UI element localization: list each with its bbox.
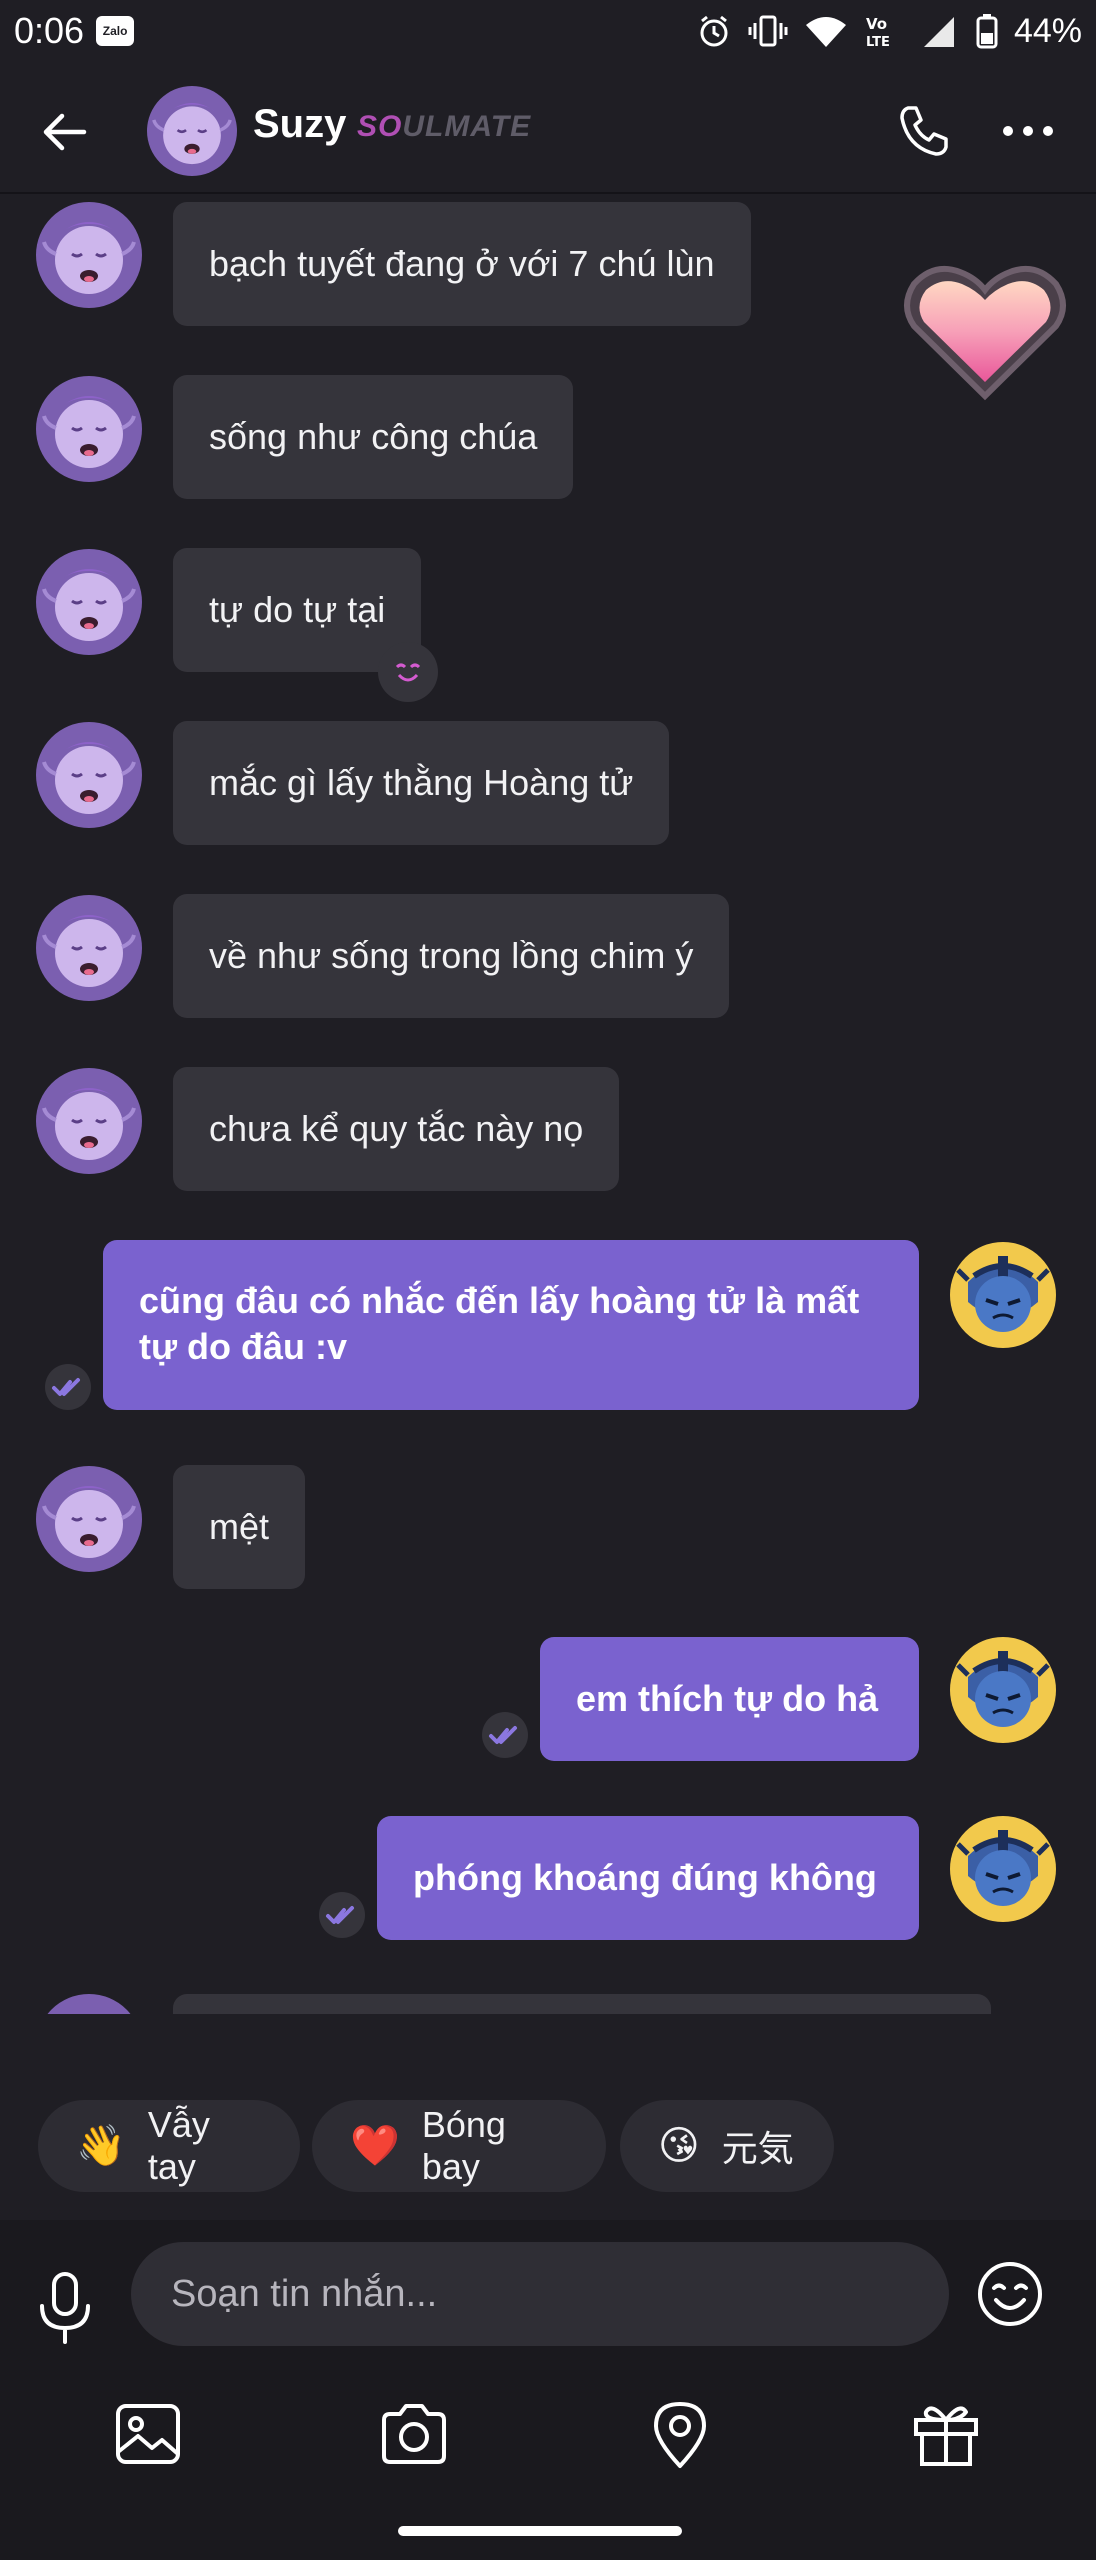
message-input[interactable] [131,2242,949,2346]
contact-avatar[interactable] [36,1068,142,1174]
message-bubble-incoming[interactable]: mắc gì lấy thằng Hoàng tử [173,721,670,845]
message-text: mệt [209,1506,270,1547]
quick-reply-genki[interactable]: 😘 元気 [620,2100,834,2192]
chat-header: Suzy SOULMATE [0,66,1096,194]
gift-icon[interactable] [908,2396,984,2472]
status-time: 0:06 [14,10,85,51]
user-avatar[interactable] [950,1242,1056,1348]
quick-reply-balloon[interactable]: ❤️ Bóng bay [312,2100,606,2192]
read-receipt [45,1364,91,1410]
message-bubble-incoming[interactable]: bạch tuyết đang ở với 7 chú lùn [173,202,751,326]
message-bubble-incoming[interactable]: sống như công chúa [173,375,574,499]
message-text: em thích tự do hả [576,1678,879,1719]
quick-reply-wave[interactable]: 👋 Vẫy tay [38,2100,300,2192]
soulmate-badge: SOULMATE [357,110,532,143]
message-reaction[interactable] [378,642,438,702]
double-check-icon [45,1364,91,1410]
contact-avatar[interactable] [36,722,142,828]
contact-avatar[interactable] [36,895,142,1001]
vibrate-icon [748,15,788,47]
smile-reaction-icon [395,663,421,682]
back-arrow-icon[interactable] [36,102,96,162]
heart-icon: ❤️ [350,2124,400,2168]
message-text: chưa kể quy tắc này nọ [209,1108,584,1149]
contact-avatar[interactable] [36,202,142,308]
microphone-icon[interactable] [30,2268,100,2348]
image-gallery-icon[interactable] [110,2396,186,2472]
contact-avatar[interactable] [36,1466,142,1572]
message-text: bạch tuyết đang ở với 7 chú lùn [209,243,715,284]
chip-label: Vẫy tay [147,2104,210,2187]
message-bubble-outgoing[interactable]: cũng đâu có nhắc đến lấy hoàng tử là mất… [103,1240,919,1410]
read-receipt [319,1892,365,1938]
kiss-emoji-icon: 😘 [658,2124,700,2168]
message-bubble-outgoing[interactable]: phóng khoáng đúng không [377,1816,919,1940]
wifi-icon [805,17,846,47]
contact-avatar[interactable] [36,376,142,482]
more-options-icon[interactable] [998,106,1058,156]
home-indicator[interactable] [398,2526,682,2536]
quick-reply-bar: 👋 Vẫy tay ❤️ Bóng bay 😘 元気 [0,2100,1096,2196]
user-avatar[interactable] [950,1637,1056,1743]
battery-percent: 44% [1013,11,1082,50]
soulmate-heart-icon[interactable] [900,256,1070,406]
chat-thread[interactable]: bạch tuyết đang ở với 7 chú lùn sống như… [0,196,1096,2014]
battery-icon [976,14,998,49]
message-text: sống như công chúa [209,416,538,457]
zalo-notification-icon: Zalo [96,16,135,46]
composer [0,2220,1096,2560]
message-text: tự do tự tại [209,589,386,630]
contact-avatar[interactable] [36,549,142,655]
message-bubble-incoming[interactable]: về như sống trong lồng chim ý [173,894,730,1018]
wave-icon: 👋 [76,2124,126,2168]
contact-name[interactable]: Suzy [253,102,346,147]
message-bubble-incoming[interactable]: chưa kể quy tắc này nọ [173,1067,620,1191]
phone-icon[interactable] [894,100,954,160]
alarm-icon [700,15,728,47]
message-text: phóng khoáng đúng không [413,1857,877,1898]
contact-avatar[interactable] [147,86,237,176]
message-bubble-outgoing[interactable]: em thích tự do hả [540,1637,919,1761]
contact-avatar[interactable] [36,1994,142,2014]
double-check-icon [482,1712,528,1758]
volte-icon: Vo LTE [866,15,890,49]
message-text: về như sống trong lồng chim ý [209,935,694,976]
chip-label: Bóng bay [421,2104,506,2187]
message-bubble-incoming[interactable]: mệt [173,1465,306,1589]
message-bubble-incoming[interactable] [173,1994,991,2014]
double-check-icon [319,1892,365,1938]
user-avatar[interactable] [950,1816,1056,1922]
chip-label: 元気 [721,2128,794,2169]
svg-text:LTE: LTE [866,35,890,49]
status-bar: 0:06 Zalo Vo LTE 44% [0,0,1096,62]
emoji-icon[interactable] [974,2258,1046,2330]
message-text: mắc gì lấy thằng Hoàng tử [209,762,634,803]
location-pin-icon[interactable] [642,2396,718,2472]
camera-icon[interactable] [376,2396,452,2472]
signal-icon [923,17,954,47]
message-text: cũng đâu có nhắc đến lấy hoàng tử là mất… [139,1280,860,1367]
svg-text:Vo: Vo [866,15,887,33]
read-receipt [482,1712,528,1758]
